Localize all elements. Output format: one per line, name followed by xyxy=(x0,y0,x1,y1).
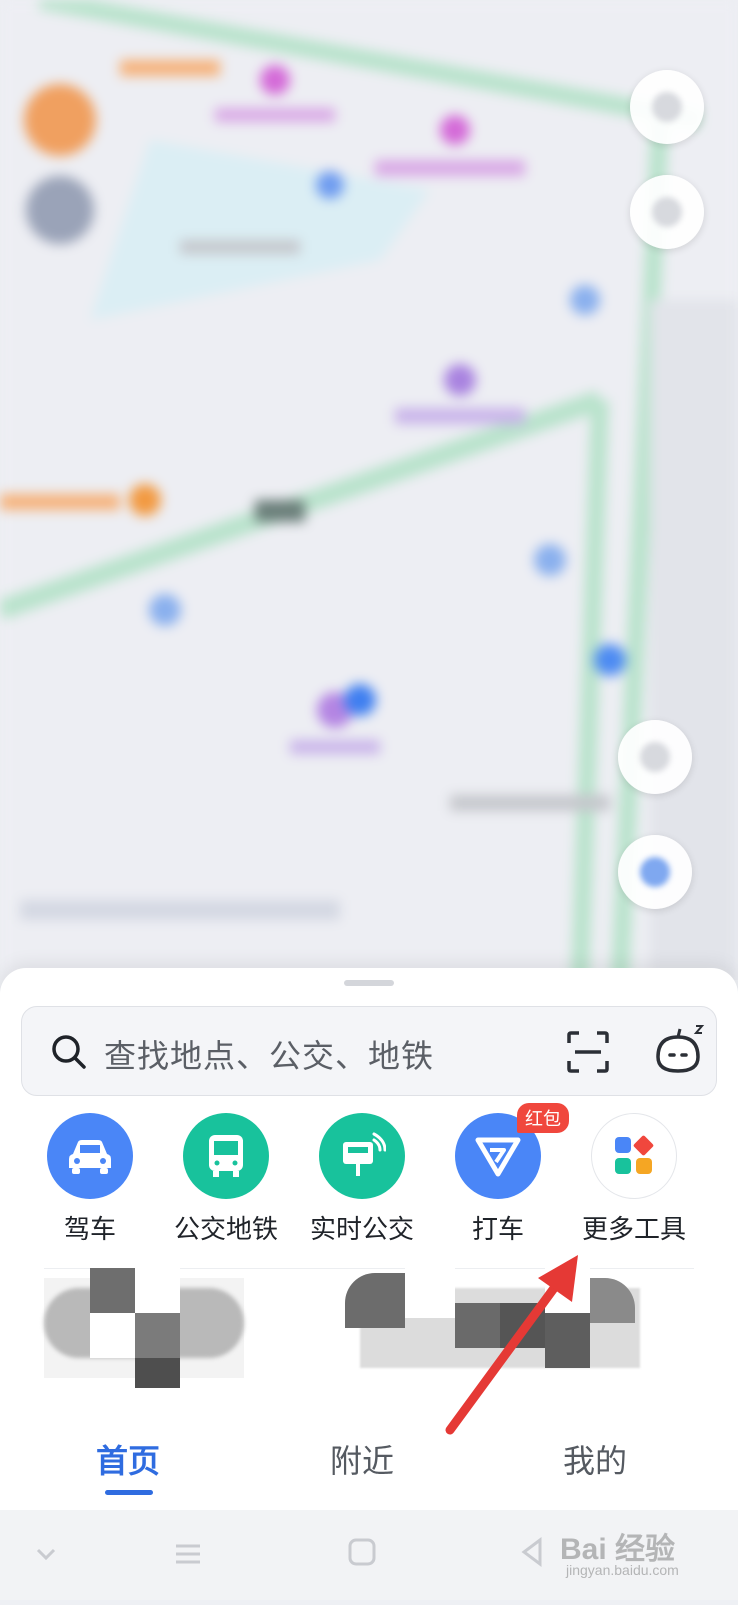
tool-realtime-bus-label: 实时公交 xyxy=(309,1214,414,1244)
sheet-drag-handle[interactable] xyxy=(344,980,394,986)
tab-nearby[interactable]: 附近 xyxy=(330,1436,394,1482)
map-view[interactable] xyxy=(0,0,738,980)
tool-realtime-bus-circle xyxy=(319,1113,405,1199)
bottom-sheet: 查找地点、公交、地铁 驾车 公交地铁 实时公交 红包 打车 更多工具 xyxy=(0,968,738,1408)
more-tools-icon xyxy=(615,1135,654,1174)
annotation-arrow xyxy=(445,1255,578,1435)
locate-button[interactable] xyxy=(618,720,692,794)
red-packet-badge: 红包 xyxy=(517,1103,569,1133)
search-icon xyxy=(52,1035,86,1069)
tab-active-indicator xyxy=(105,1490,153,1495)
car-icon xyxy=(69,1140,111,1174)
nav-menu-icon xyxy=(176,1544,200,1564)
tab-home[interactable]: 首页 xyxy=(96,1436,160,1482)
tool-taxi-circle: 红包 xyxy=(455,1103,569,1199)
tool-more-circle xyxy=(591,1113,677,1199)
baidu-watermark: Bai 经验 jingyan.baidu.com xyxy=(560,1524,679,1578)
tool-transit-label: 公交地铁 xyxy=(173,1214,278,1244)
nav-collapse-icon xyxy=(36,1548,56,1561)
tool-transit[interactable]: 公交地铁 xyxy=(156,1113,296,1246)
watermark-url: jingyan.baidu.com xyxy=(566,1562,679,1578)
search-placeholder: 查找地点、公交、地铁 xyxy=(104,1038,435,1074)
map-canvas xyxy=(0,0,738,980)
bus-icon xyxy=(209,1135,243,1177)
scan-icon[interactable] xyxy=(565,1029,611,1075)
quick-tools-row: 驾车 公交地铁 实时公交 红包 打车 更多工具 xyxy=(0,1103,738,1248)
tool-drive-label: 驾车 xyxy=(63,1214,116,1244)
bottom-tab-bar: 首页 附近 我的 xyxy=(0,1408,738,1510)
map-tool-button[interactable] xyxy=(630,175,704,249)
tool-taxi[interactable]: 红包 打车 xyxy=(428,1103,569,1246)
tool-drive-circle xyxy=(47,1113,133,1199)
tab-mine[interactable]: 我的 xyxy=(563,1436,627,1482)
system-nav-bar: Bai 经验 jingyan.baidu.com xyxy=(0,1510,738,1600)
map-layer-button[interactable] xyxy=(630,70,704,144)
nav-home-icon xyxy=(348,1538,376,1566)
taxi-icon xyxy=(475,1137,521,1177)
walk-mode-button[interactable] xyxy=(618,835,692,909)
tool-more[interactable]: 更多工具 xyxy=(564,1113,704,1246)
search-bar[interactable]: 查找地点、公交、地铁 xyxy=(21,1006,717,1096)
tool-realtime-bus[interactable]: 实时公交 xyxy=(292,1113,432,1246)
tool-transit-circle xyxy=(183,1113,269,1199)
assistant-icon[interactable] xyxy=(650,1023,706,1079)
nav-back-icon xyxy=(521,1537,542,1567)
bus-stop-icon xyxy=(343,1132,386,1176)
tool-drive[interactable]: 驾车 xyxy=(20,1113,160,1246)
